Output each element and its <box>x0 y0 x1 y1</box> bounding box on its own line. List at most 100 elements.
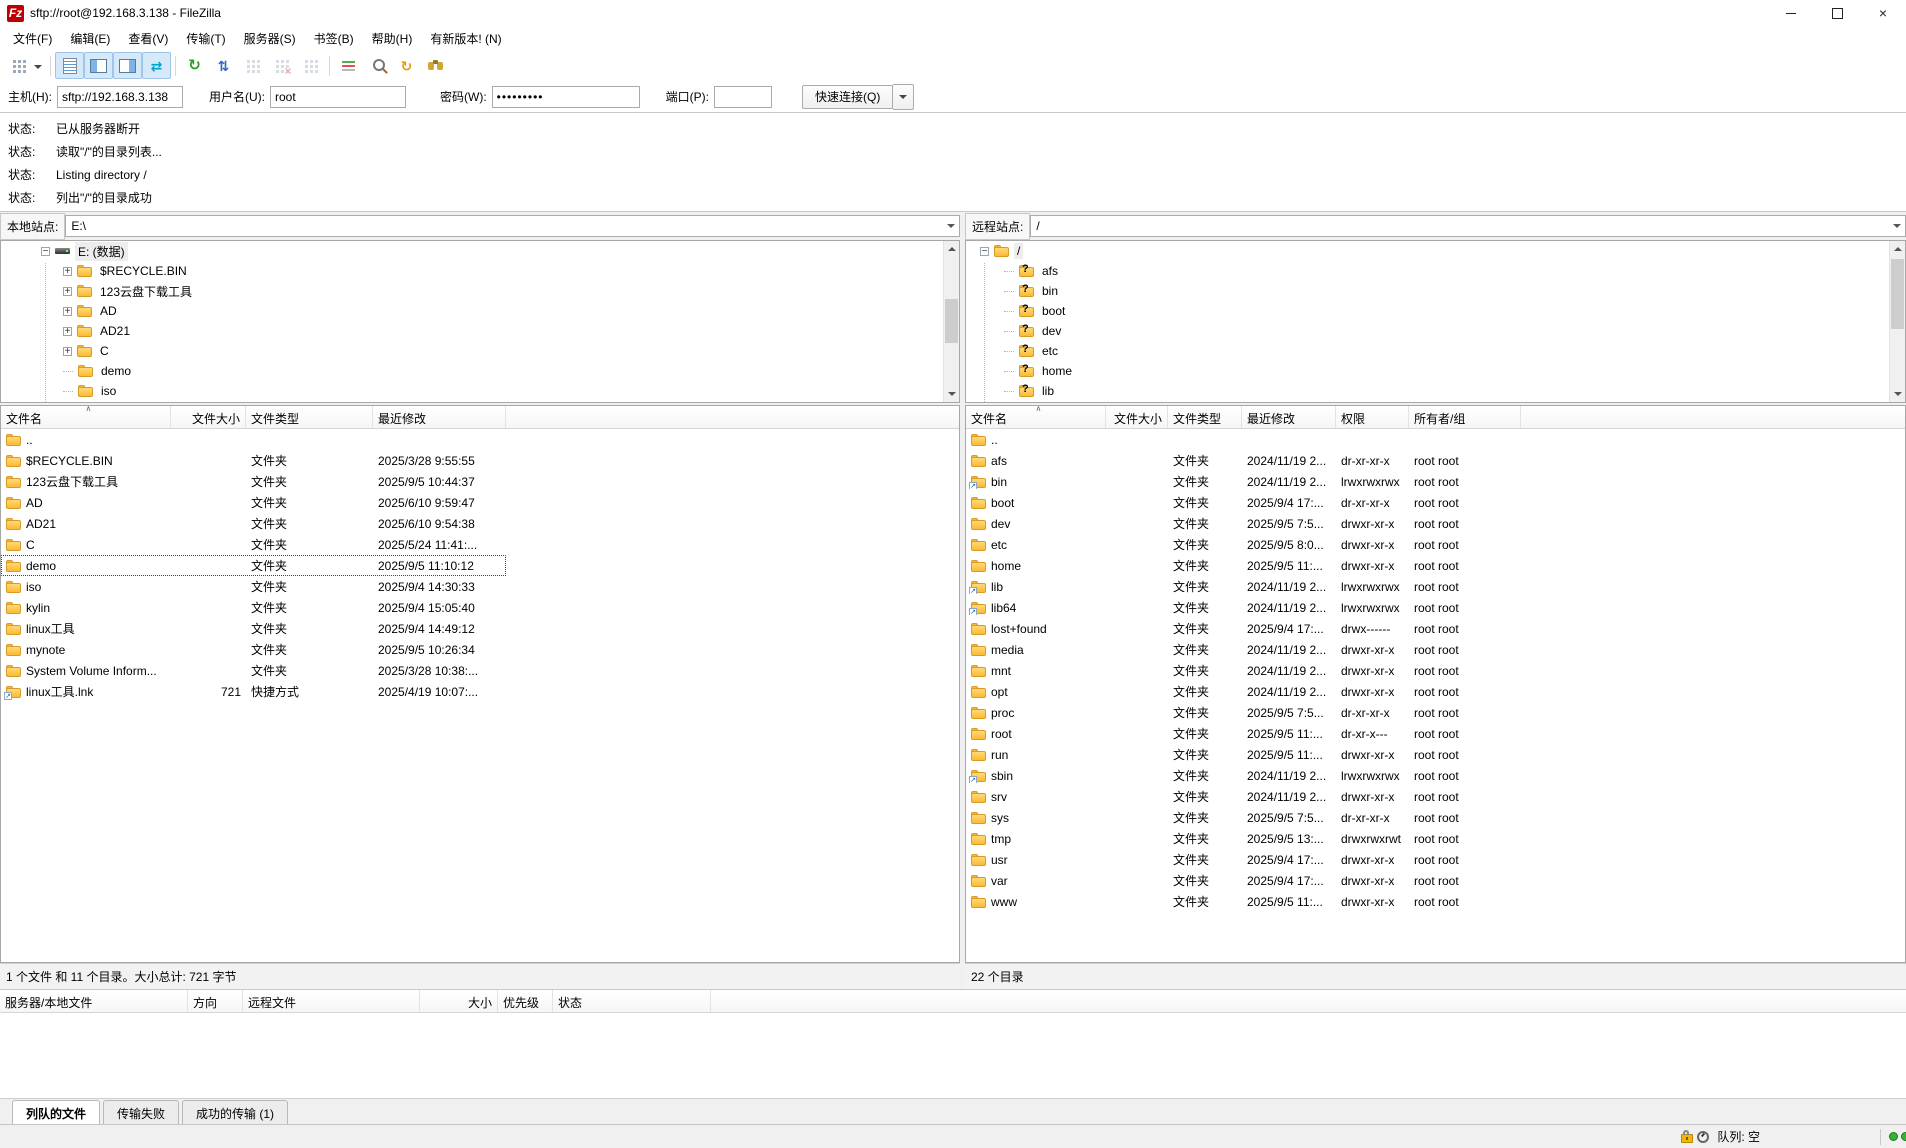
compare-button[interactable] <box>363 52 392 79</box>
refresh-button[interactable]: ↻ <box>180 52 209 79</box>
file-row-afs[interactable]: afs文件夹2024/11/19 2...dr-xr-xr-xroot root <box>966 450 1521 471</box>
tree-item-ad[interactable]: +AD <box>1 301 959 321</box>
column-header-3[interactable]: 最近修改 <box>373 406 506 428</box>
quickconnect-button[interactable]: 快速连接(Q) <box>802 85 893 109</box>
file-row-bin[interactable]: ↗bin文件夹2024/11/19 2...lrwxrwxrwxroot roo… <box>966 471 1521 492</box>
column-header-1[interactable]: 文件大小 <box>171 406 246 428</box>
queue-column-header-5[interactable]: 状态 <box>553 990 711 1012</box>
column-header-0[interactable]: 文件名∧ <box>966 406 1106 428</box>
tree-item-iso[interactable]: iso <box>1 381 959 401</box>
file-row-var[interactable]: var文件夹2025/9/4 17:...drwxr-xr-xroot root <box>966 870 1521 891</box>
tree-item-c[interactable]: +C <box>1 341 959 361</box>
file-row-sbin[interactable]: ↗sbin文件夹2024/11/19 2...lrwxrwxrwxroot ro… <box>966 765 1521 786</box>
tree-item-lib[interactable]: ?lib <box>966 381 1905 401</box>
tree-expander-plus[interactable]: + <box>63 267 72 276</box>
find-button[interactable] <box>421 52 450 79</box>
local-tree-toggle-button[interactable] <box>84 52 113 79</box>
username-input[interactable] <box>270 86 406 108</box>
cancel-button[interactable] <box>238 52 267 79</box>
queue-body[interactable] <box>0 1013 1906 1098</box>
file-row-linux.lnk[interactable]: ↗linux工具.lnk721快捷方式2025/4/19 10:07:... <box>1 681 506 702</box>
file-row-ad21[interactable]: AD21文件夹2025/6/10 9:54:38 <box>1 513 506 534</box>
tree-item-afs[interactable]: ?afs <box>966 261 1905 281</box>
file-row-run[interactable]: run文件夹2025/9/5 11:...drwxr-xr-xroot root <box>966 744 1521 765</box>
filter-button[interactable] <box>334 52 363 79</box>
file-row-mynote[interactable]: mynote文件夹2025/9/5 10:26:34 <box>1 639 506 660</box>
menu-item-4[interactable]: 服务器(S) <box>235 27 305 50</box>
tree-item-e[interactable]: −E: (数据) <box>1 241 959 261</box>
column-header-2[interactable]: 文件类型 <box>246 406 373 428</box>
remote-tree-toggle-button[interactable] <box>113 52 142 79</box>
file-row-dev[interactable]: dev文件夹2025/9/5 7:5...drwxr-xr-xroot root <box>966 513 1521 534</box>
maximize-button[interactable] <box>1814 0 1860 26</box>
file-row-lib64[interactable]: ↗lib64文件夹2024/11/19 2...lrwxrwxrwxroot r… <box>966 597 1521 618</box>
file-row-123[interactable]: 123云盘下载工具文件夹2025/9/5 10:44:37 <box>1 471 506 492</box>
tree-item-boot[interactable]: ?boot <box>966 301 1905 321</box>
file-row-etc[interactable]: etc文件夹2025/9/5 8:0...drwxr-xr-xroot root <box>966 534 1521 555</box>
process-queue-button[interactable]: ⇅ <box>209 52 238 79</box>
tree-expander-minus[interactable]: − <box>980 247 989 256</box>
file-row-usr[interactable]: usr文件夹2025/9/4 17:...drwxr-xr-xroot root <box>966 849 1521 870</box>
close-button[interactable]: × <box>1860 0 1906 26</box>
remote-site-combobox[interactable]: / <box>1030 215 1906 237</box>
reconnect-button[interactable] <box>296 52 325 79</box>
menu-item-1[interactable]: 编辑(E) <box>61 27 119 50</box>
file-row-ad[interactable]: AD文件夹2025/6/10 9:59:47 <box>1 492 506 513</box>
local-site-combobox[interactable]: E:\ <box>65 215 960 237</box>
menu-item-3[interactable]: 传输(T) <box>177 27 234 50</box>
port-input[interactable] <box>714 86 772 108</box>
tree-expander-plus[interactable]: + <box>63 327 72 336</box>
column-header-5[interactable]: 所有者/组 <box>1409 406 1521 428</box>
file-row-lib[interactable]: ↗lib文件夹2024/11/19 2...lrwxrwxrwxroot roo… <box>966 576 1521 597</box>
file-row-systemvolumeinform...[interactable]: System Volume Inform...文件夹2025/3/28 10:3… <box>1 660 506 681</box>
menu-item-7[interactable]: 有新版本! (N) <box>421 27 510 50</box>
tree-expander-plus[interactable]: + <box>63 287 72 296</box>
disconnect-button[interactable] <box>267 52 296 79</box>
tree-expander-plus[interactable]: + <box>63 347 72 356</box>
file-row-root[interactable]: root文件夹2025/9/5 11:...dr-xr-x---root roo… <box>966 723 1521 744</box>
file-row-..[interactable]: .. <box>1 429 506 450</box>
quickconnect-dropdown-button[interactable] <box>893 84 914 110</box>
column-header-1[interactable]: 文件大小 <box>1106 406 1168 428</box>
file-row-kylin[interactable]: kylin文件夹2025/9/4 15:05:40 <box>1 597 506 618</box>
queue-tab-[interactable]: 列队的文件 <box>12 1100 100 1127</box>
transfer-queue-toggle-button[interactable]: ⇄ <box>142 52 171 79</box>
file-row-lostfound[interactable]: lost+found文件夹2025/9/4 17:...drwx------ro… <box>966 618 1521 639</box>
tree-expander-minus[interactable]: − <box>41 247 50 256</box>
site-manager-button[interactable] <box>4 52 33 79</box>
queue-column-header-0[interactable]: 服务器/本地文件 <box>0 990 188 1012</box>
file-row-home[interactable]: home文件夹2025/9/5 11:...drwxr-xr-xroot roo… <box>966 555 1521 576</box>
file-row-demo[interactable]: demo文件夹2025/9/5 11:10:12 <box>1 555 506 576</box>
column-header-0[interactable]: 文件名∧ <box>1 406 171 428</box>
column-header-3[interactable]: 最近修改 <box>1242 406 1336 428</box>
column-header-4[interactable]: 权限 <box>1336 406 1409 428</box>
file-row-media[interactable]: media文件夹2024/11/19 2...drwxr-xr-xroot ro… <box>966 639 1521 660</box>
tree-item-demo[interactable]: demo <box>1 361 959 381</box>
queue-tab-1[interactable]: 成功的传输 (1) <box>182 1100 288 1127</box>
queue-tab-[interactable]: 传输失败 <box>103 1100 179 1127</box>
tree-item-home[interactable]: ?home <box>966 361 1905 381</box>
host-input[interactable] <box>57 86 183 108</box>
chevron-down-icon[interactable] <box>1888 216 1905 236</box>
sync-browsing-button[interactable]: ↻ <box>392 52 421 79</box>
menu-item-5[interactable]: 书签(B) <box>305 27 363 50</box>
file-row-..[interactable]: .. <box>966 429 1521 450</box>
queue-column-header-3[interactable]: 大小 <box>420 990 498 1012</box>
queue-column-header-1[interactable]: 方向 <box>188 990 243 1012</box>
minimize-button[interactable] <box>1768 0 1814 26</box>
menu-item-6[interactable]: 帮助(H) <box>363 27 422 50</box>
file-row-tmp[interactable]: tmp文件夹2025/9/5 13:...drwxrwxrwtroot root <box>966 828 1521 849</box>
file-row-boot[interactable]: boot文件夹2025/9/4 17:...dr-xr-xr-xroot roo… <box>966 492 1521 513</box>
file-row-srv[interactable]: srv文件夹2024/11/19 2...drwxr-xr-xroot root <box>966 786 1521 807</box>
file-row-iso[interactable]: iso文件夹2025/9/4 14:30:33 <box>1 576 506 597</box>
tree-item-etc[interactable]: ?etc <box>966 341 1905 361</box>
menu-item-0[interactable]: 文件(F) <box>4 27 61 50</box>
file-row-www[interactable]: www文件夹2025/9/5 11:...drwxr-xr-xroot root <box>966 891 1521 912</box>
tree-expander-plus[interactable]: + <box>63 307 72 316</box>
message-log-toggle-button[interactable] <box>55 52 84 79</box>
file-row-linux[interactable]: linux工具文件夹2025/9/4 14:49:12 <box>1 618 506 639</box>
file-row-c[interactable]: C文件夹2025/5/24 11:41:... <box>1 534 506 555</box>
column-header-2[interactable]: 文件类型 <box>1168 406 1242 428</box>
menu-item-2[interactable]: 查看(V) <box>119 27 177 50</box>
queue-column-header-2[interactable]: 远程文件 <box>243 990 420 1012</box>
